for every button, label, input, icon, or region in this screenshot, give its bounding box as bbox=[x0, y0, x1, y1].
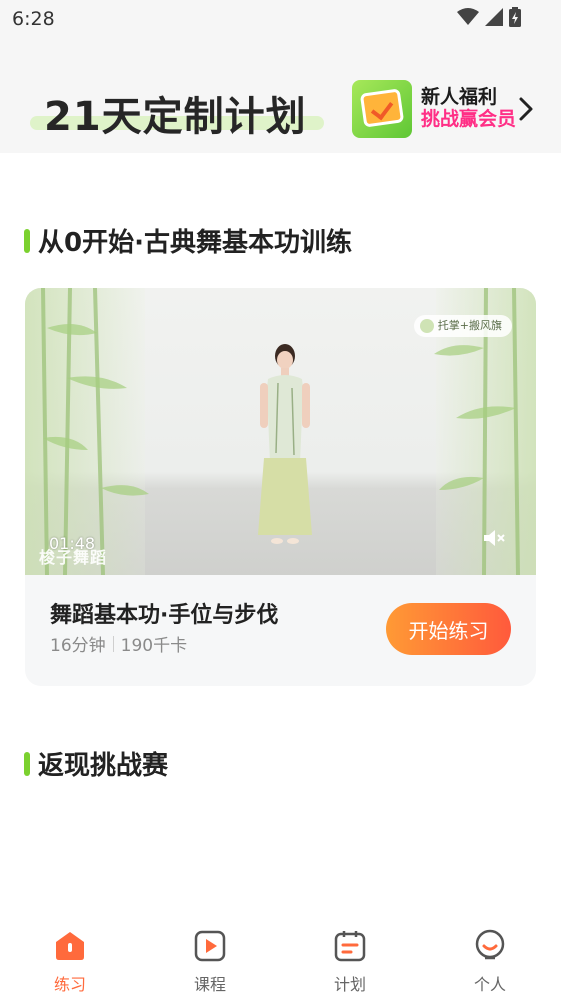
section-accent-bar bbox=[24, 228, 30, 253]
lesson-calories: 190千卡 bbox=[120, 636, 188, 656]
tab-label: 计划 bbox=[333, 975, 366, 994]
promo-line1: 新人福利 bbox=[421, 86, 498, 109]
section-title-basics: 从0开始·古典舞基本功训练 bbox=[24, 222, 352, 259]
plan-icon bbox=[334, 931, 366, 962]
calendar-check-icon bbox=[352, 80, 412, 138]
status-time: 6:28 bbox=[12, 8, 55, 30]
course-icon bbox=[194, 930, 226, 962]
wifi-icon bbox=[457, 8, 479, 25]
video-watermark-text: 托掌+搬风旗 bbox=[437, 319, 502, 332]
tag-logo-icon bbox=[419, 319, 434, 333]
tab-label: 个人 bbox=[473, 975, 506, 994]
lesson-card-body: 舞蹈基本功·手位与步伐 16分钟 190千卡 开始练习 bbox=[25, 575, 536, 686]
section-title-text: 从0开始·古典舞基本功训练 bbox=[38, 228, 352, 258]
header: 21天定制计划 新人福利 挑战赢会员 bbox=[0, 38, 561, 153]
profile-icon bbox=[475, 929, 505, 960]
lesson-card[interactable]: 托掌+搬风旗 梭子舞蹈 01:48 舞蹈基本功·手位与步伐 16分钟 190千卡… bbox=[25, 288, 536, 686]
video-player[interactable]: 托掌+搬风旗 梭子舞蹈 01:48 bbox=[25, 288, 536, 575]
tab-profile[interactable]: 个人 bbox=[420, 919, 560, 999]
status-icons bbox=[457, 7, 521, 27]
section-title-text: 返现挑战赛 bbox=[38, 751, 169, 781]
lesson-title: 舞蹈基本功·手位与步伐 bbox=[50, 603, 279, 628]
promo-line2: 挑战赢会员 bbox=[421, 108, 517, 130]
dancer-figure bbox=[258, 344, 312, 544]
promo-text: 新人福利 挑战赢会员 bbox=[421, 86, 517, 131]
chevron-right-icon bbox=[519, 97, 533, 121]
signal-icon bbox=[485, 8, 503, 26]
tab-label: 课程 bbox=[193, 975, 226, 994]
meta-divider bbox=[112, 635, 114, 652]
page-title: 21天定制计划 bbox=[44, 94, 307, 140]
status-bar: 6:28 bbox=[0, 0, 561, 38]
tab-course[interactable]: 课程 bbox=[140, 919, 280, 999]
video-duration: 01:48 bbox=[49, 534, 96, 553]
start-practice-button[interactable]: 开始练习 bbox=[386, 603, 511, 655]
section-accent-bar bbox=[24, 751, 30, 776]
tab-practice[interactable]: 练习 bbox=[0, 919, 140, 999]
page-title-wrap: 21天定制计划 bbox=[30, 84, 326, 140]
battery-icon bbox=[509, 7, 521, 27]
bamboo-left-decoration bbox=[41, 288, 149, 575]
tab-label: 练习 bbox=[53, 975, 86, 994]
video-watermark-tag: 托掌+搬风旗 bbox=[413, 315, 512, 337]
bottom-tab-bar: 练习 课程 计划 个人 bbox=[0, 919, 561, 999]
tab-plan[interactable]: 计划 bbox=[280, 919, 420, 999]
practice-icon bbox=[56, 932, 84, 960]
section-title-challenge: 返现挑战赛 bbox=[24, 745, 168, 782]
lesson-duration: 16分钟 bbox=[50, 636, 106, 656]
lesson-meta: 16分钟 190千卡 bbox=[50, 631, 187, 656]
newcomer-promo-button[interactable]: 新人福利 挑战赢会员 bbox=[352, 80, 542, 138]
mute-icon[interactable] bbox=[482, 528, 506, 548]
